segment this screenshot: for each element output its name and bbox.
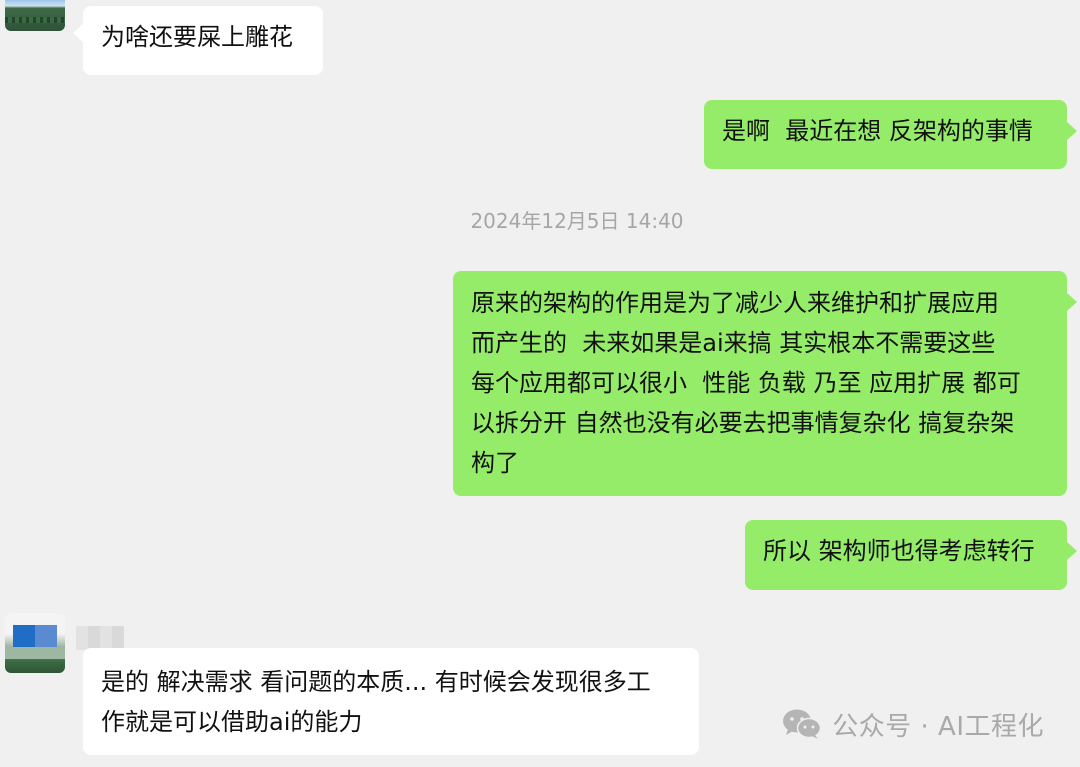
message-text: 是啊 最近在想 反架构的事情 (722, 117, 1033, 145)
message-bubble-incoming[interactable]: 为啥还要屎上雕花 (73, 6, 323, 75)
watermark: 公众号 · AI工程化 (782, 704, 1044, 744)
message-line: 原来的架构的作用是为了减少人来维护和扩展应用 (471, 289, 999, 317)
message-bubble-outgoing[interactable]: 是啊 最近在想 反架构的事情 (704, 100, 1077, 169)
chat-window: 为啥还要屎上雕花 是啊 最近在想 反架构的事情 2024年12月5日 14:40… (0, 0, 1080, 767)
message-line: 作就是可以借助ai的能力 (101, 708, 363, 736)
message-bubble-outgoing[interactable]: 所以 架构师也得考虑转行 (745, 520, 1077, 590)
message-bubble-outgoing[interactable]: 原来的架构的作用是为了减少人来维护和扩展应用 而产生的 未来如果是ai来搞 其实… (453, 271, 1077, 496)
contact-avatar[interactable] (5, 613, 65, 673)
message-text: 为啥还要屎上雕花 (101, 23, 293, 51)
message-text: 所以 架构师也得考虑转行 (763, 537, 1035, 565)
message-timestamp: 2024年12月5日 14:40 (470, 209, 684, 233)
message-bubble-incoming[interactable]: 是的 解决需求 看问题的本质... 有时候会发现很多工 作就是可以借助ai的能力 (83, 648, 699, 755)
message-line: 每个应用都可以很小 性能 负载 乃至 应用扩展 都可 (471, 369, 1021, 397)
sender-name (76, 626, 124, 650)
message-line: 而产生的 未来如果是ai来搞 其实根本不需要这些 (471, 329, 996, 357)
message-line: 构了 (471, 449, 519, 477)
watermark-text: 公众号 · AI工程化 (832, 711, 1044, 742)
message-line: 是的 解决需求 看问题的本质... 有时候会发现很多工 (101, 668, 651, 696)
message-line: 以拆分开 自然也没有必要去把事情复杂化 搞复杂架 (471, 409, 1015, 437)
wechat-icon (782, 708, 822, 740)
contact-avatar[interactable] (5, 0, 65, 31)
